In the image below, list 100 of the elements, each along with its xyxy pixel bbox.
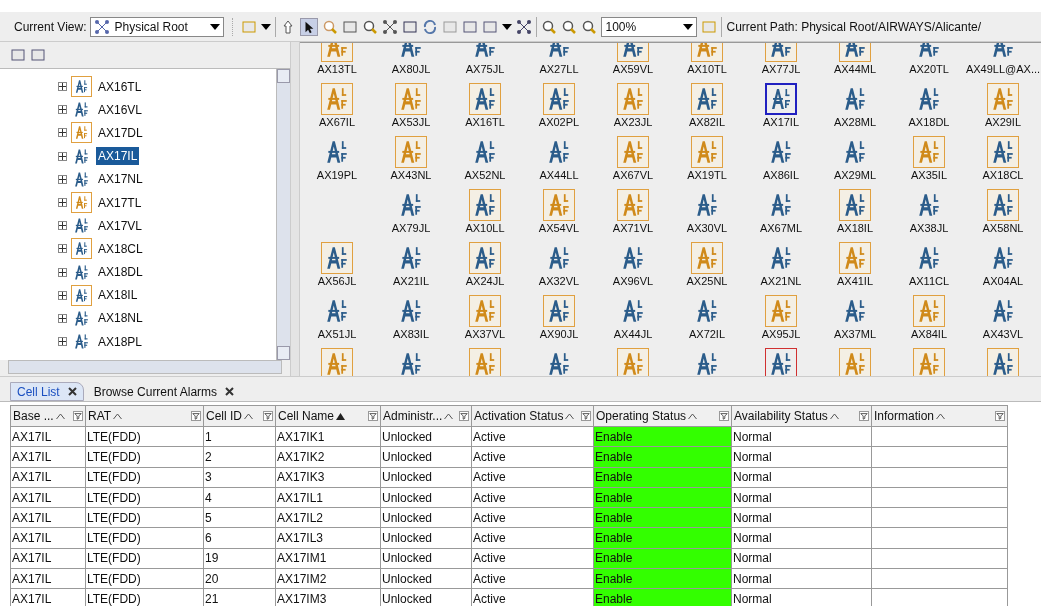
view-dropdown[interactable]: Physical Root	[90, 16, 225, 37]
refresh-icon[interactable]	[422, 18, 439, 35]
tower-icon[interactable]	[546, 139, 572, 165]
filter-icon[interactable]	[368, 411, 378, 421]
expand-toggle[interactable]	[58, 290, 67, 300]
table-cell: Enable	[594, 528, 732, 549]
filter-icon[interactable]	[263, 411, 273, 421]
site-label: AX56JL	[317, 274, 357, 288]
plus-icon	[59, 83, 66, 91]
tree-item[interactable]: AX18NL	[96, 309, 145, 328]
tower-icon[interactable]	[768, 192, 794, 218]
tower-icon[interactable]	[398, 298, 424, 324]
table-cell: AX17IK2	[276, 447, 381, 468]
column-header[interactable]: Administr...	[381, 405, 472, 427]
column-header[interactable]: Cell Name	[276, 405, 381, 427]
filter-icon[interactable]	[995, 411, 1005, 421]
site-label: AX37VL	[464, 327, 506, 341]
column-header[interactable]: Base ...	[11, 405, 86, 427]
table-cell: Unlocked	[381, 528, 472, 549]
tower-icon[interactable]	[546, 351, 572, 376]
tower-icon[interactable]	[694, 351, 720, 376]
expand-toggle[interactable]	[58, 221, 67, 231]
expand-toggle[interactable]	[58, 337, 67, 347]
table-cell: 6	[204, 528, 276, 549]
tower-icon[interactable]	[916, 86, 942, 112]
table-cell: AX17IL	[11, 427, 86, 448]
expand-toggle[interactable]	[58, 82, 67, 92]
close-icon[interactable]	[225, 387, 235, 396]
tower-icon[interactable]	[768, 139, 794, 165]
tower-icon[interactable]	[620, 245, 646, 271]
pointer-tool-button[interactable]	[300, 17, 319, 36]
tower-icon[interactable]	[324, 139, 350, 165]
expand-toggle[interactable]	[58, 128, 67, 138]
zoom-dropdown[interactable]: 100%	[601, 16, 698, 37]
expand-toggle[interactable]	[58, 198, 67, 208]
tower-icon[interactable]	[916, 245, 942, 271]
tree-item[interactable]: AX17VL	[96, 216, 145, 235]
table-cell: Enable	[594, 569, 732, 590]
column-header[interactable]: RAT	[86, 405, 204, 427]
tower-icon[interactable]	[324, 298, 350, 324]
tree-item[interactable]: AX16TL	[96, 77, 144, 96]
tree-item[interactable]: AX17DL	[96, 123, 145, 142]
column-header[interactable]: Information	[872, 405, 1008, 427]
tree-item[interactable]: AX17TL	[96, 193, 144, 212]
tab[interactable]: Browse Current Alarms	[87, 382, 241, 401]
tower-icon[interactable]	[916, 192, 942, 218]
vertical-scrollbar[interactable]	[276, 69, 290, 360]
filter-icon[interactable]	[73, 411, 83, 421]
fit-icon[interactable]	[382, 18, 399, 35]
horizontal-scrollbar[interactable]	[8, 360, 282, 374]
tree-item[interactable]: AX18IL	[96, 286, 140, 305]
tower-icon[interactable]	[398, 192, 424, 218]
column-header[interactable]: Cell ID	[204, 405, 276, 427]
table-cell: Normal	[732, 569, 872, 590]
network-icon[interactable]	[516, 18, 533, 35]
tree-item[interactable]: AX17NL	[96, 170, 145, 189]
expand-toggle[interactable]	[58, 174, 67, 184]
tower-icon[interactable]	[990, 245, 1016, 271]
expand-toggle[interactable]	[58, 267, 67, 277]
plus-icon	[59, 245, 66, 253]
tower-icon[interactable]	[842, 86, 868, 112]
tower-icon[interactable]	[546, 245, 572, 271]
tree-item[interactable]: AX16VL	[96, 100, 145, 119]
tower-icon[interactable]	[768, 245, 794, 271]
zoom-in-icon[interactable]	[541, 18, 558, 35]
topology-icon[interactable]	[94, 18, 111, 35]
tower-icon[interactable]	[694, 192, 720, 218]
expand-toggle[interactable]	[58, 105, 67, 115]
close-icon[interactable]	[67, 387, 77, 396]
preview-icon[interactable]	[362, 18, 379, 35]
column-header[interactable]: Operating Status	[594, 405, 732, 427]
site-label: AX49LL@AX...	[965, 62, 1041, 76]
tower-icon[interactable]	[842, 139, 868, 165]
tree-item[interactable]: AX18CL	[96, 239, 145, 258]
filter-icon[interactable]	[581, 411, 591, 421]
filter-icon[interactable]	[191, 411, 201, 421]
tower-icon[interactable]	[398, 351, 424, 376]
tower-icon[interactable]	[472, 139, 498, 165]
column-header[interactable]: Activation Status	[472, 405, 594, 427]
zoom-out-icon[interactable]	[561, 18, 578, 35]
tree-item[interactable]: AX17IL	[96, 147, 140, 166]
filter-icon[interactable]	[859, 411, 869, 421]
filter-icon[interactable]	[459, 411, 469, 421]
tower-icon[interactable]	[694, 298, 720, 324]
zoom-fit-icon[interactable]	[581, 18, 598, 35]
dropdown-arrow-icon	[210, 23, 221, 30]
filter-icon[interactable]	[719, 411, 729, 421]
table-cell: 19	[204, 548, 276, 570]
expand-toggle[interactable]	[58, 244, 67, 254]
column-header[interactable]: Availability Status	[732, 405, 872, 427]
tower-icon[interactable]	[842, 298, 868, 324]
expand-toggle[interactable]	[58, 313, 67, 323]
tree-item[interactable]: AX18DL	[96, 263, 145, 282]
tower-icon[interactable]	[990, 298, 1016, 324]
tab[interactable]: Cell List	[10, 382, 84, 401]
tree-item[interactable]: AX18PL	[96, 332, 145, 351]
site-label: AX44LL	[539, 168, 579, 182]
expand-toggle[interactable]	[58, 151, 67, 161]
tower-icon[interactable]	[398, 245, 424, 271]
tower-icon[interactable]	[620, 298, 646, 324]
